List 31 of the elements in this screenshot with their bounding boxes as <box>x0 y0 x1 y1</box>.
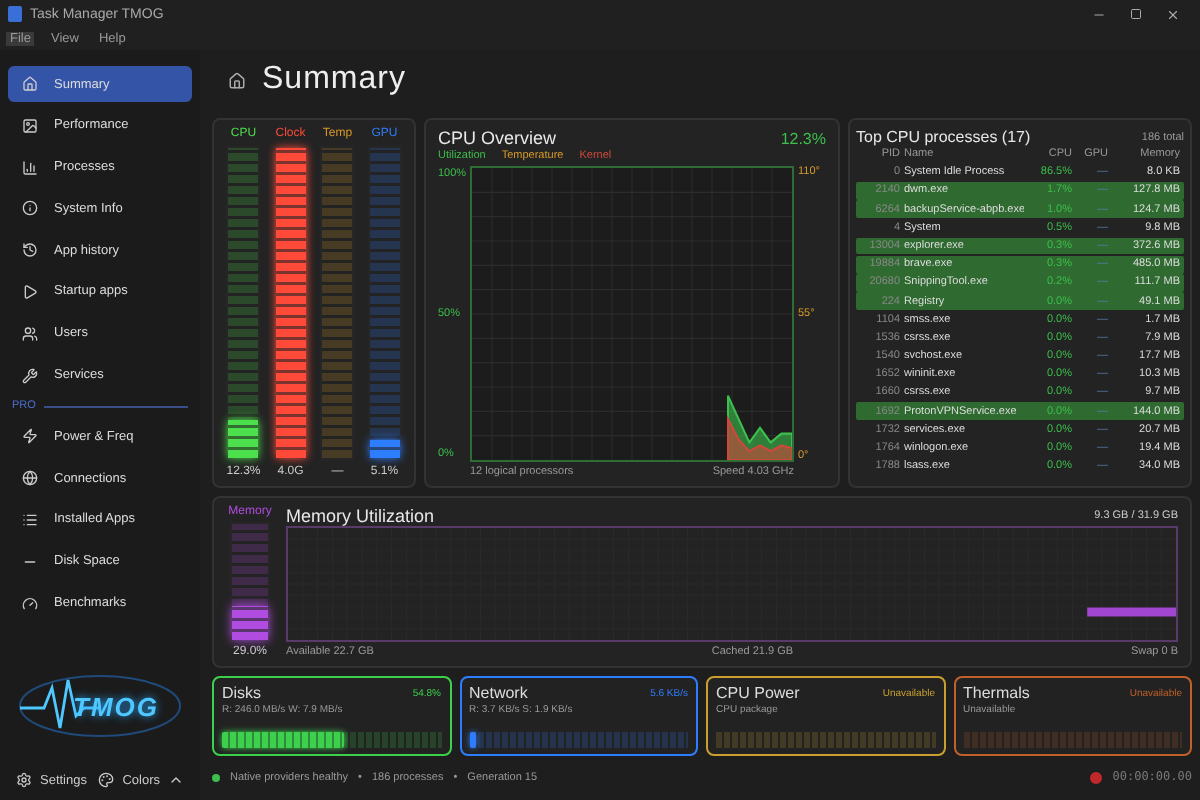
panel-title: Top CPU processes (17) <box>856 128 1031 146</box>
palette-icon <box>98 772 115 788</box>
gauge-icon <box>22 595 38 612</box>
chevron-up-icon <box>168 772 184 788</box>
settings-icon <box>16 772 32 788</box>
maximize-icon[interactable] <box>1130 8 1142 20</box>
list-icon <box>22 511 38 528</box>
home-icon <box>228 71 246 89</box>
home-icon <box>22 76 38 92</box>
play-icon <box>22 283 38 300</box>
lightning-icon <box>22 428 38 445</box>
logo: TMOG <box>16 672 184 740</box>
card-title: Thermals <box>963 684 1030 702</box>
card-title: CPU Power <box>716 684 800 702</box>
cpu-usage: 12.3% <box>780 129 826 147</box>
info-icon <box>22 200 38 217</box>
users-icon <box>22 325 38 342</box>
panel-title: CPU Overview <box>438 128 557 148</box>
image-icon <box>22 117 38 134</box>
history-icon <box>22 242 38 259</box>
card-title: Network <box>469 684 528 702</box>
bar-chart-icon <box>22 159 38 176</box>
card-title: Disks <box>222 684 262 702</box>
panel-title: Memory Utilization <box>286 506 435 526</box>
app-icon <box>8 6 22 22</box>
record-icon <box>1090 771 1103 783</box>
status-dot <box>212 773 220 781</box>
close-icon[interactable] <box>1166 7 1180 21</box>
page-title: Summary <box>262 62 406 98</box>
globe-icon <box>22 470 38 487</box>
wrench-icon <box>22 367 38 384</box>
